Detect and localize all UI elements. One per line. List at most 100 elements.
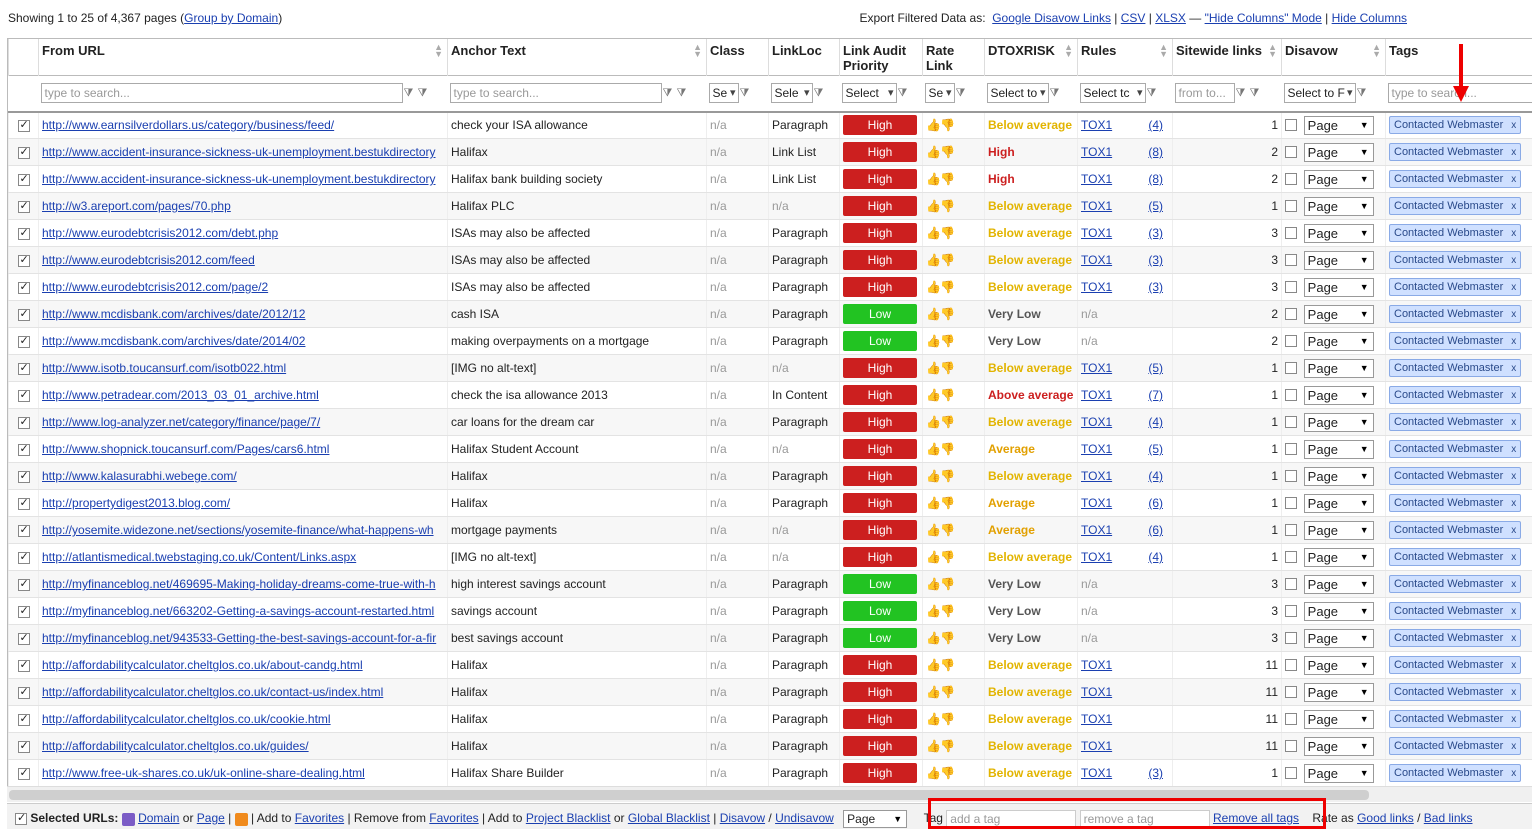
disavow-select[interactable]: Page (1303, 196, 1374, 216)
rule-link[interactable]: TOX1 (1081, 766, 1112, 780)
disavow-checkbox[interactable] (1285, 551, 1297, 563)
rule-link[interactable]: TOX1 (1081, 280, 1112, 294)
tag-chip[interactable]: Contacted Webmaster x (1389, 710, 1522, 728)
rule-count-link[interactable]: (7) (1148, 388, 1163, 402)
class-filter-select[interactable]: Se (708, 83, 739, 104)
from-url-link[interactable]: http://www.isotb.toucansurf.com/isotb022… (42, 361, 286, 375)
filter-icon[interactable]: ⧩ (1147, 87, 1160, 100)
thumbs-up-icon[interactable]: 👍 (926, 631, 941, 645)
disavow-checkbox[interactable] (1285, 416, 1297, 428)
disavow-select[interactable]: Page (1303, 655, 1374, 675)
from-url-link[interactable]: http://affordabilitycalculator.cheltglos… (42, 739, 309, 753)
from-url-link[interactable]: http://www.eurodebtcrisis2012.com/debt.p… (42, 226, 278, 240)
disavow-checkbox[interactable] (1285, 146, 1297, 158)
remove-tag-icon[interactable]: x (1511, 390, 1516, 401)
remove-tag-icon[interactable]: x (1511, 282, 1516, 293)
row-checkbox[interactable] (17, 766, 30, 780)
rule-link[interactable]: TOX1 (1081, 226, 1112, 240)
sort-icon[interactable]: ▲ ▼ (1159, 43, 1168, 59)
tag-chip[interactable]: Contacted Webmaster x (1389, 467, 1522, 485)
from-url-link[interactable]: http://www.kalasurabhi.webege.com/ (42, 469, 237, 483)
dtoxrisk-filter-select[interactable]: Select to (986, 83, 1049, 104)
disavow-checkbox[interactable] (1285, 362, 1297, 374)
disavow-checkbox[interactable] (1285, 497, 1297, 509)
select-all-checkbox[interactable] (15, 811, 27, 825)
remove-tag-icon[interactable]: x (1511, 687, 1516, 698)
thumbs-up-icon[interactable]: 👍 (926, 496, 941, 510)
disavow-checkbox[interactable] (1285, 470, 1297, 482)
disavow-checkbox[interactable] (1285, 200, 1297, 212)
filter-icon[interactable]: ⧩ (740, 87, 753, 100)
from-url-link[interactable]: http://www.earnsilverdollars.us/category… (42, 118, 334, 132)
disavow-checkbox[interactable] (1285, 686, 1297, 698)
thumbs-up-icon[interactable]: 👍 (926, 685, 941, 699)
disavow-select[interactable]: Page (1303, 709, 1374, 729)
from-url-link[interactable]: http://www.shopnick.toucansurf.com/Pages… (42, 442, 329, 456)
rule-link[interactable]: TOX1 (1081, 523, 1112, 537)
disavow-select[interactable]: Page (1303, 223, 1374, 243)
remove-tag-icon[interactable]: x (1511, 768, 1516, 779)
sort-icon[interactable]: ▲ ▼ (1064, 43, 1073, 59)
rule-count-link[interactable]: (3) (1148, 766, 1163, 780)
rule-count-link[interactable]: (5) (1148, 199, 1163, 213)
rule-link[interactable]: TOX1 (1081, 739, 1112, 753)
disavow-checkbox[interactable] (1285, 605, 1297, 617)
undisavow-link[interactable]: Undisavow (775, 811, 834, 825)
row-checkbox[interactable] (17, 388, 30, 402)
thumbs-down-icon[interactable]: 👎 (940, 442, 955, 456)
rule-link[interactable]: TOX1 (1081, 253, 1112, 267)
thumbs-down-icon[interactable]: 👎 (940, 280, 955, 294)
global-blacklist-link[interactable]: Global Blacklist (628, 811, 710, 825)
from-url-link[interactable]: http://atlantismedical.twebstaging.co.uk… (42, 550, 356, 564)
header-disavow[interactable]: Disavow ▲ ▼ (1281, 38, 1386, 76)
thumbs-up-icon[interactable]: 👍 (926, 172, 941, 186)
from-url-link[interactable]: http://www.free-uk-shares.co.uk/uk-onlin… (42, 766, 365, 780)
rule-count-link[interactable]: (4) (1148, 469, 1163, 483)
remove-tag-icon[interactable]: x (1511, 147, 1516, 158)
disavow-filter-select[interactable]: Select to F (1283, 83, 1356, 104)
clear-filter-icon[interactable]: ⧩ (677, 87, 690, 100)
rule-count-link[interactable]: (5) (1148, 442, 1163, 456)
header-rate-link[interactable]: Rate Link (922, 38, 985, 76)
thumbs-up-icon[interactable]: 👍 (926, 577, 941, 591)
disavow-checkbox[interactable] (1285, 713, 1297, 725)
remove-tag-icon[interactable]: x (1511, 174, 1516, 185)
sort-icon[interactable]: ▲ ▼ (434, 43, 443, 59)
rule-link[interactable]: TOX1 (1081, 496, 1112, 510)
rule-link[interactable]: TOX1 (1081, 118, 1112, 132)
remove-tag-icon[interactable]: x (1511, 579, 1516, 590)
thumbs-up-icon[interactable]: 👍 (926, 226, 941, 240)
rule-count-link[interactable]: (3) (1148, 226, 1163, 240)
disavow-level-select[interactable]: Page (843, 810, 908, 828)
row-checkbox[interactable] (17, 361, 30, 375)
thumbs-up-icon[interactable]: 👍 (926, 199, 941, 213)
tag-chip[interactable]: Contacted Webmaster x (1389, 197, 1522, 215)
tag-chip[interactable]: Contacted Webmaster x (1389, 143, 1522, 161)
disavow-select[interactable]: Page (1303, 115, 1374, 135)
disavow-select[interactable]: Page (1303, 142, 1374, 162)
add-favorites-link[interactable]: Favorites (295, 811, 344, 825)
row-checkbox[interactable] (17, 469, 30, 483)
thumbs-up-icon[interactable]: 👍 (926, 280, 941, 294)
remove-tag-icon[interactable]: x (1511, 255, 1516, 266)
row-checkbox[interactable] (17, 685, 30, 699)
row-checkbox[interactable] (17, 415, 30, 429)
remove-tag-icon[interactable]: x (1511, 741, 1516, 752)
header-class[interactable]: Class (706, 38, 769, 76)
sort-icon[interactable]: ▲ ▼ (1268, 43, 1277, 59)
remove-favorites-link[interactable]: Favorites (429, 811, 478, 825)
rule-link[interactable]: TOX1 (1081, 658, 1112, 672)
thumbs-down-icon[interactable]: 👎 (940, 307, 955, 321)
tag-chip[interactable]: Contacted Webmaster x (1389, 116, 1522, 135)
remove-tag-icon[interactable]: x (1511, 309, 1516, 320)
thumbs-up-icon[interactable]: 👍 (926, 415, 941, 429)
row-checkbox[interactable] (17, 739, 30, 753)
from-url-link[interactable]: http://w3.areport.com/pages/70.php (42, 199, 231, 213)
thumbs-down-icon[interactable]: 👎 (940, 469, 955, 483)
from-url-link[interactable]: http://www.mcdisbank.com/archives/date/2… (42, 307, 305, 321)
hide-columns-link[interactable]: Hide Columns (1332, 11, 1407, 25)
disavow-select[interactable]: Page (1303, 385, 1374, 405)
filter-icon[interactable]: ⧩ (1357, 87, 1370, 100)
tag-chip[interactable]: Contacted Webmaster x (1389, 413, 1522, 431)
linkloc-filter-select[interactable]: Sele (770, 83, 813, 104)
